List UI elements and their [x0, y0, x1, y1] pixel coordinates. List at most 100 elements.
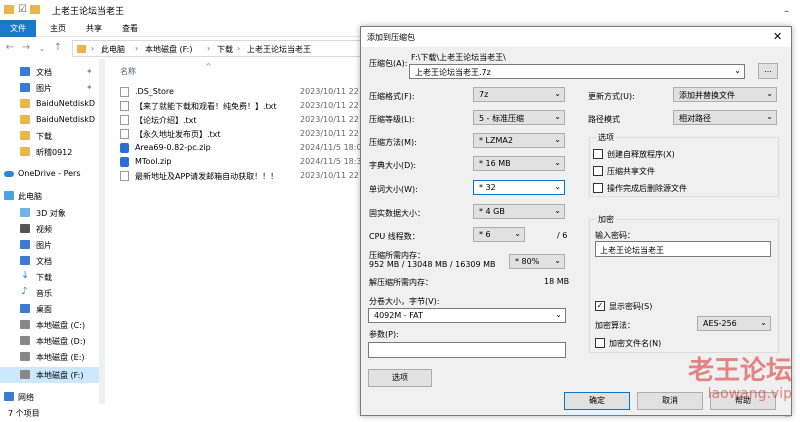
- file-row[interactable]: Area69-0.82-pc.zip 2024/11/5 18:0: [118, 141, 363, 155]
- nav-item-drive-e[interactable]: 本地磁盘 (E:): [0, 349, 100, 365]
- window-title: 上老王论坛当老王: [52, 7, 125, 17]
- dict-size-label: 字典大小(D):: [369, 161, 417, 170]
- close-icon[interactable]: ✕: [773, 30, 782, 43]
- download-icon: ↓: [21, 270, 30, 281]
- navigation-scrollbar[interactable]: [99, 59, 105, 404]
- nav-item-onedrive[interactable]: OneDrive - Pers: [0, 166, 100, 182]
- archive-path: F:\下载\上老王论坛当老王\: [411, 53, 506, 62]
- options-button[interactable]: 选项: [368, 369, 432, 387]
- path-mode-label: 路径模式: [588, 115, 620, 124]
- nav-item-drive-c[interactable]: 本地磁盘 (C:): [0, 317, 100, 333]
- params-input[interactable]: [368, 342, 566, 358]
- document-icon: [20, 67, 30, 76]
- address-bar[interactable]: › 此电脑 › 本地磁盘 (F:) › 下载 › 上老王论坛当老王: [72, 40, 362, 57]
- file-row[interactable]: 【论坛介绍】.txt 2023/10/11 22: [118, 113, 363, 127]
- up-arrow-icon[interactable]: ↑: [52, 42, 64, 53]
- nav-item-this-pc[interactable]: 此电脑: [0, 188, 100, 204]
- recent-chevron-icon[interactable]: ⌄: [36, 44, 48, 53]
- breadcrumb-this-pc[interactable]: 此电脑: [101, 44, 125, 55]
- file-row[interactable]: 最新地址及APP请发邮箱自动获取！！！ 2023/10/11 22: [118, 169, 363, 183]
- tab-view[interactable]: 查看: [112, 20, 148, 37]
- file-row[interactable]: 【永久地址发布页】.txt 2023/10/11 22: [118, 127, 363, 141]
- solid-size-select[interactable]: * 4 GB ⌄: [473, 204, 565, 219]
- nav-item-baidunetdisk-2[interactable]: BaiduNetdiskD: [0, 112, 100, 128]
- password-label: 输入密码：: [595, 231, 635, 240]
- file-row[interactable]: MTool.zip 2024/11/5 18:3: [118, 155, 363, 169]
- split-size-combo[interactable]: 4092M - FAT ⌄: [368, 308, 566, 323]
- drive-icon: [20, 336, 30, 345]
- update-mode-label: 更新方式(U):: [588, 92, 635, 101]
- nav-item-documents-pinned[interactable]: 文档 ✦: [0, 64, 100, 80]
- word-size-label: 单词大小(W):: [369, 185, 418, 194]
- breadcrumb-drive-f[interactable]: 本地磁盘 (F:): [145, 44, 192, 55]
- quick-access-folder-icon[interactable]: [30, 5, 40, 14]
- tab-home[interactable]: 主页: [40, 20, 76, 37]
- zip-icon: [120, 157, 129, 167]
- folder-icon: [20, 99, 30, 108]
- nav-item-downloads[interactable]: ↓ 下载: [0, 269, 100, 285]
- file-row[interactable]: 【来了就能下载和观看！纯免费！】.txt 2023/10/11 22: [118, 99, 363, 113]
- nav-item-videos[interactable]: 视频: [0, 221, 100, 237]
- split-size-label: 分卷大小，字节(V):: [369, 297, 440, 306]
- nav-item-baidunetdisk-1[interactable]: BaiduNetdiskD: [0, 96, 100, 112]
- 3d-objects-icon: [20, 208, 30, 217]
- browse-button[interactable]: ...: [758, 63, 778, 79]
- tab-share[interactable]: 共享: [76, 20, 112, 37]
- ok-button[interactable]: 确定: [564, 392, 630, 410]
- archive-name-combo[interactable]: 上老王论坛当老王.7z ⌄: [409, 64, 745, 79]
- file-icon: [120, 171, 129, 181]
- nav-item-3d-objects[interactable]: 3D 对象: [0, 205, 100, 221]
- format-label: 压缩格式(F):: [369, 92, 415, 101]
- encryption-method-label: 加密算法：: [595, 321, 635, 330]
- watermark-line2: laowang.vip: [707, 386, 792, 402]
- app-icon: [4, 5, 14, 14]
- cpu-threads-label: CPU 线程数：: [369, 232, 420, 241]
- nav-item-folder-0912[interactable]: 昕稽0912: [0, 144, 100, 160]
- encryption-group-title: 加密: [596, 214, 616, 225]
- level-select[interactable]: 5 - 标准压缩 ⌄: [473, 110, 565, 125]
- word-size-select[interactable]: * 32 ⌄: [473, 180, 565, 195]
- chevron-down-icon: ⌄: [555, 310, 562, 319]
- nav-item-downloads-folder[interactable]: 下载: [0, 128, 100, 144]
- file-icon: [120, 87, 129, 97]
- breadcrumb-downloads[interactable]: 下载: [217, 44, 233, 55]
- quick-access-properties-icon[interactable]: ☑: [18, 4, 27, 15]
- memory-usage-select[interactable]: * 80% ⌄: [509, 254, 565, 269]
- folder-icon: [20, 131, 30, 140]
- cpu-threads-select[interactable]: * 6 ⌄: [473, 227, 525, 242]
- navigation-pane: 文档 ✦ 图片 ✦ BaiduNetdiskD BaiduNetdiskD 下载 昕…: [0, 59, 100, 404]
- path-mode-select[interactable]: 相对路径 ⌄: [673, 110, 777, 125]
- text-file-icon: [120, 115, 129, 125]
- breadcrumb-separator-icon: ›: [135, 44, 139, 53]
- back-arrow-icon[interactable]: ←: [4, 42, 16, 53]
- breadcrumb-current[interactable]: 上老王论坛当老王: [247, 44, 311, 55]
- update-mode-select[interactable]: 添加并替换文件 ⌄: [673, 87, 777, 102]
- drive-icon: [20, 320, 30, 329]
- sort-chevron-icon: ^: [205, 62, 212, 71]
- nav-item-pictures[interactable]: 图片: [0, 237, 100, 253]
- forward-arrow-icon[interactable]: →: [20, 42, 32, 53]
- nav-item-documents[interactable]: 文档: [0, 253, 100, 269]
- nav-item-drive-d[interactable]: 本地磁盘 (D:): [0, 333, 100, 349]
- encryption-method-select[interactable]: AES-256 ⌄: [697, 316, 771, 331]
- checkmark-icon: ✓: [595, 301, 605, 311]
- format-select[interactable]: 7z ⌄: [473, 87, 565, 102]
- nav-item-network[interactable]: 网络: [0, 389, 100, 405]
- minimize-icon[interactable]: –: [784, 6, 789, 17]
- column-header-name[interactable]: 名称: [120, 66, 136, 77]
- dict-size-select[interactable]: * 16 MB ⌄: [473, 156, 565, 171]
- tab-file[interactable]: 文件: [0, 20, 36, 37]
- music-icon: ♪: [21, 286, 28, 297]
- nav-item-pictures-pinned[interactable]: 图片 ✦: [0, 80, 100, 96]
- nav-item-drive-f[interactable]: 本地磁盘 (F:): [0, 367, 100, 383]
- chevron-down-icon: ⌄: [766, 89, 773, 98]
- drive-icon: [20, 370, 30, 379]
- breadcrumb-separator-icon: ›: [237, 44, 241, 53]
- dialog-titlebar: 添加到压缩包 ✕: [361, 27, 791, 47]
- file-row[interactable]: .DS_Store 2023/10/11 22: [118, 85, 363, 99]
- nav-item-music[interactable]: ♪ 音乐: [0, 285, 100, 301]
- method-select[interactable]: * LZMA2 ⌄: [473, 133, 565, 148]
- password-input[interactable]: 上老王论坛当老王: [595, 241, 771, 257]
- nav-item-desktop[interactable]: 桌面: [0, 301, 100, 317]
- chevron-down-icon: ⌄: [554, 158, 561, 167]
